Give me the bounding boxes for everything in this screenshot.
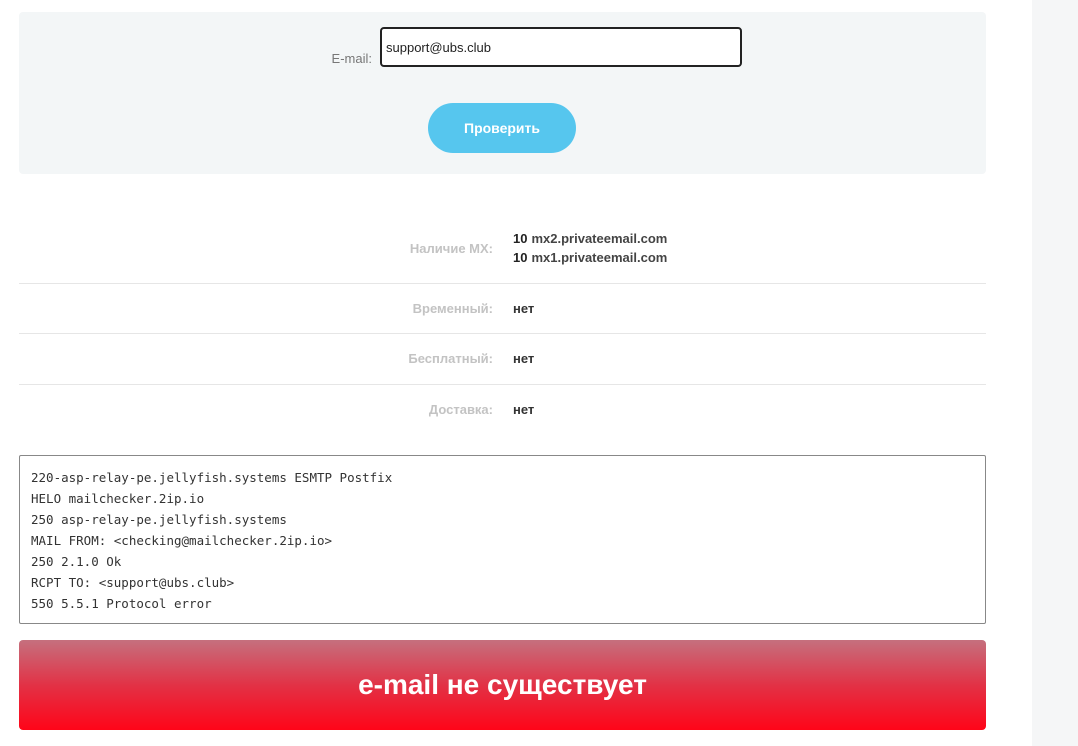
log-line: RCPT TO: <support@ubs.club> — [31, 575, 235, 590]
delivery-value: нет — [513, 402, 535, 417]
mx-host: mx2.privateemail.com — [531, 231, 668, 246]
free-label: Бесплатный: — [408, 351, 493, 366]
verdict-banner: e-mail не существует — [19, 640, 986, 730]
email-input[interactable] — [380, 27, 742, 67]
result-row-temporary: Временный: нет — [19, 284, 986, 334]
delivery-label: Доставка: — [428, 402, 493, 417]
temporary-value: нет — [513, 301, 535, 316]
mx-record: 10 mx2.privateemail.com — [513, 229, 667, 248]
check-button[interactable]: Проверить — [428, 103, 576, 153]
log-line: 220-asp-relay-pe.jellyfish.systems ESMTP… — [31, 470, 393, 485]
right-sidebar — [1032, 0, 1078, 746]
email-label: E-mail: — [331, 51, 372, 66]
mx-records: 10 mx2.privateemail.com 10 mx1.privateemai… — [513, 229, 667, 267]
log-line: HELO mailchecker.2ip.io — [31, 491, 205, 506]
mx-host: mx1.privateemail.com — [531, 250, 668, 265]
result-row-delivery: Доставка: нет — [19, 385, 986, 435]
log-line: MAIL FROM: <checking@mailchecker.2ip.io> — [31, 533, 333, 548]
log-line: 250 asp-relay-pe.jellyfish.systems — [31, 512, 287, 527]
temporary-label: Временный: — [412, 301, 493, 316]
result-row-mx: Наличие MX: 10 mx2.privateemail.com 10 mx1… — [19, 213, 986, 284]
mx-priority: 10 — [513, 231, 528, 246]
email-check-form: E-mail: Проверить — [19, 12, 986, 174]
mx-label: Наличие MX: — [409, 241, 493, 256]
result-row-free: Бесплатный: нет — [19, 334, 986, 385]
smtp-log[interactable]: 220-asp-relay-pe.jellyfish.systems ESMTP… — [19, 455, 986, 624]
mx-record: 10 mx1.privateemail.com — [513, 248, 667, 267]
free-value: нет — [513, 351, 535, 366]
log-line: 550 5.5.1 Protocol error — [31, 596, 212, 611]
mx-priority: 10 — [513, 250, 528, 265]
log-line: 250 2.1.0 Ok — [31, 554, 122, 569]
results-table: Наличие MX: 10 mx2.privateemail.com 10 mx1… — [19, 213, 986, 435]
